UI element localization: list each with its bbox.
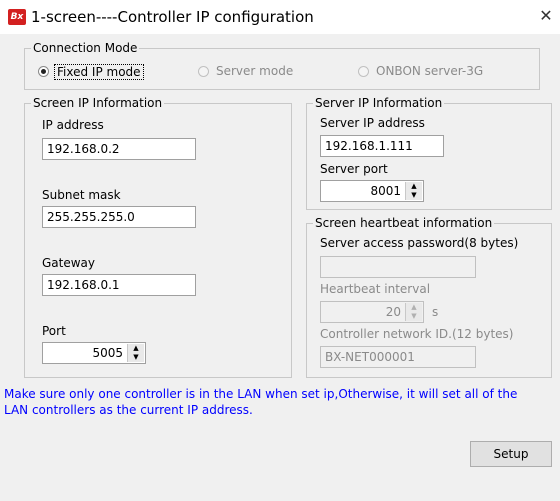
port-spin-buttons: ▲ ▼: [127, 344, 144, 362]
window-title: 1-screen----Controller IP configuration: [31, 8, 314, 26]
warning-notice: Make sure only one controller is in the …: [4, 387, 518, 417]
port-stepper[interactable]: 5005 ▲ ▼: [42, 342, 146, 364]
spin-down-icon[interactable]: ▼: [406, 312, 422, 321]
server-ip-legend: Server IP Information: [315, 96, 443, 110]
screen-ip-legend: Screen IP Information: [33, 96, 163, 110]
network-id-label: Controller network ID.(12 bytes): [320, 327, 514, 341]
port-value: 5005: [92, 346, 123, 360]
server-port-label: Server port: [320, 162, 388, 176]
close-icon[interactable]: ✕: [536, 6, 556, 25]
interval-spin-buttons: ▲ ▼: [405, 303, 422, 321]
spin-down-icon[interactable]: ▼: [406, 191, 422, 200]
subnet-mask-field[interactable]: 255.255.255.0: [42, 206, 196, 228]
server-port-value: 8001: [370, 184, 401, 198]
gateway-label: Gateway: [42, 256, 96, 270]
password-label: Server access password(8 bytes): [320, 236, 519, 250]
heartbeat-interval-stepper[interactable]: 20 ▲ ▼: [320, 301, 424, 323]
radio-unselected-icon: [198, 66, 209, 77]
server-ip-label: Server IP address: [320, 116, 425, 130]
setup-button[interactable]: Setup: [470, 441, 552, 467]
radio-unselected-icon: [358, 66, 369, 77]
heartbeat-legend: Screen heartbeat information: [315, 216, 493, 230]
server-ip-field[interactable]: 192.168.1.111: [320, 135, 444, 157]
subnet-mask-label: Subnet mask: [42, 188, 121, 202]
heartbeat-interval-value: 20: [385, 305, 401, 319]
radio-onbon-server-label: ONBON server-3G: [376, 64, 484, 78]
radio-server-mode-label: Server mode: [216, 64, 294, 78]
gateway-field[interactable]: 192.168.0.1: [42, 274, 196, 296]
radio-selected-icon: [38, 66, 49, 77]
heartbeat-interval-label: Heartbeat interval: [320, 282, 431, 296]
app-logo-icon: Bx: [8, 9, 26, 25]
server-port-spin-buttons: ▲ ▼: [405, 182, 422, 200]
ip-address-field[interactable]: 192.168.0.2: [42, 138, 196, 160]
radio-fixed-ip-label: Fixed IP mode: [54, 64, 144, 80]
ip-address-label: IP address: [42, 118, 104, 132]
port-label: Port: [42, 324, 66, 338]
connection-mode-legend: Connection Mode: [33, 41, 138, 55]
spin-down-icon[interactable]: ▼: [128, 353, 144, 362]
server-port-stepper[interactable]: 8001 ▲ ▼: [320, 180, 424, 202]
network-id-field[interactable]: BX-NET000001: [320, 346, 476, 368]
title-bar: Bx 1-screen----Controller IP configurati…: [0, 0, 560, 34]
password-field[interactable]: [320, 256, 476, 278]
heartbeat-interval-unit: s: [432, 305, 439, 319]
